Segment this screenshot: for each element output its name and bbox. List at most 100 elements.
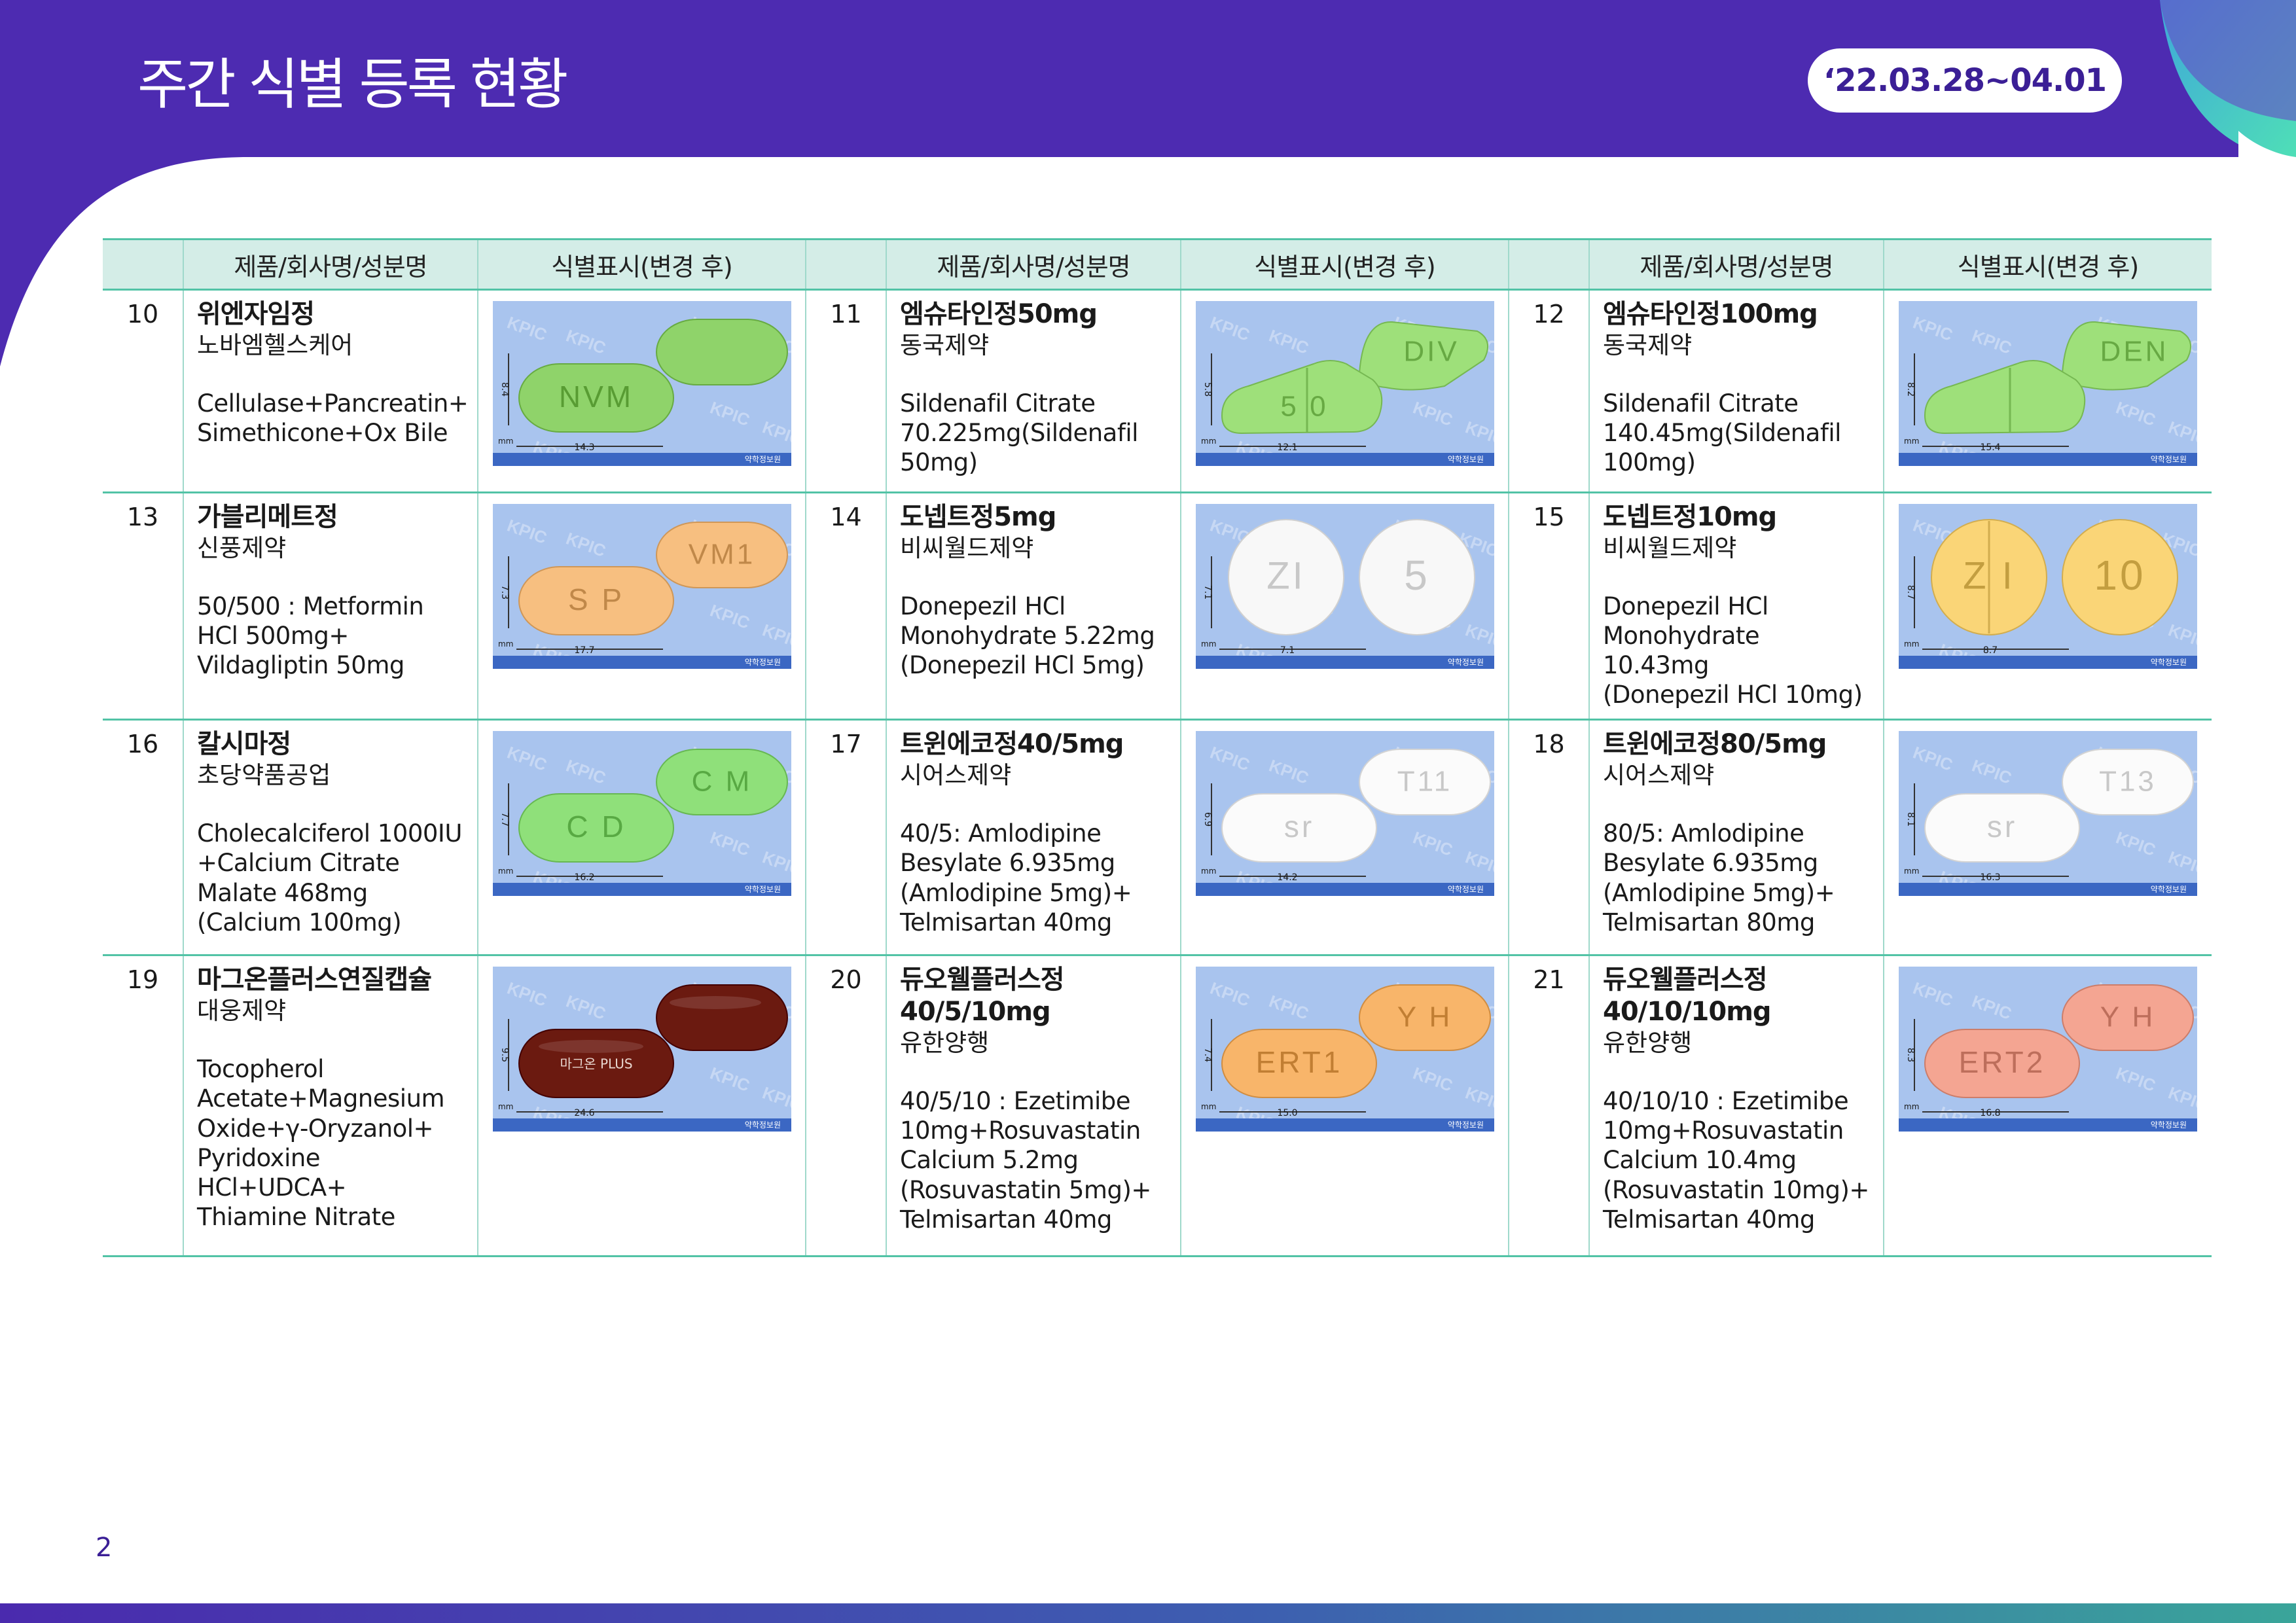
table-row: 19 마그온플러스연질캡슐 대웅제약 Tocopherol Acetate+Magne… <box>103 955 2212 1258</box>
product-info: 엠슈타인정100mg 동국제약 Sildenafil Citrate 140.45m… <box>1588 289 1884 493</box>
pill-imprint: Z I <box>1963 554 2015 597</box>
pill-imprint: 5 <box>1404 552 1430 599</box>
table-row: 13 가블리메트정 신풍제약 50/500 : Metformin HCl 500mg… <box>103 492 2212 721</box>
scale-unit: mm <box>498 437 513 446</box>
item-number: 13 <box>103 492 183 721</box>
pill-photo: KPICKPICKPICKPICKPICKPICKPICKPIC약학정보원mm2… <box>492 967 791 1132</box>
company-name: 동국제약 <box>1603 330 1693 359</box>
identification-photo-cell: KPICKPICKPICKPICKPICKPICKPICKPIC약학정보원mm1… <box>1883 955 2212 1258</box>
pill-imprint: C M <box>691 766 752 798</box>
scale-height: 7.1 <box>1202 585 1213 599</box>
item-number: 21 <box>1508 955 1589 1258</box>
scale-length: 15.4 <box>1980 442 2000 453</box>
pill-imprint: T11 <box>1397 766 1452 798</box>
pill-imprint: VM1 <box>688 539 755 571</box>
table-row: 16 칼시마정 초당약품공업 Cholecalciferol 1000IU +Calc… <box>103 719 2212 957</box>
ingredient-text: Sildenafil Citrate 70.225mg(Sildenafil 5… <box>900 389 1138 477</box>
pill-imprint: T13 <box>2099 766 2157 798</box>
company-name: 시어스제약 <box>1603 761 1715 790</box>
item-number: 20 <box>805 955 886 1258</box>
pill-imprint: ERT2 <box>1959 1046 2046 1080</box>
page-title: 주간 식별 등록 현황 <box>137 52 568 116</box>
identification-photo-cell: KPICKPICKPICKPICKPICKPICKPICKPIC약학정보원mm1… <box>1180 955 1509 1258</box>
scale-unit: mm <box>498 866 513 876</box>
scale-length: 8.7 <box>1983 645 1998 656</box>
company-name: 신풍제약 <box>197 533 287 562</box>
ingredient-text: 40/5: Amlodipine Besylate 6.935mg (Amlod… <box>900 819 1132 936</box>
item-number: 10 <box>103 289 183 493</box>
scale-unit: mm <box>1904 866 1919 876</box>
product-info: 위엔자임정 노바엠헬스케어 Cellulase+Pancreatin+ Simeth… <box>183 289 478 493</box>
photo-caption: 약학정보원 <box>1447 454 1483 464</box>
product-info: 도넵트정5mg 비씨월드제약 Donepezil HCl Monohydrate 5… <box>886 492 1181 721</box>
scale-height: 7.4 <box>1202 1048 1213 1062</box>
pill-photo: KPICKPICKPICKPICKPICKPICKPICKPIC약학정보원mm1… <box>1195 967 1494 1132</box>
photo-caption: 약학정보원 <box>744 1120 780 1130</box>
company-name: 비씨월드제약 <box>1603 533 1737 562</box>
item-number: 11 <box>805 289 886 493</box>
pill-photo: KPICKPICKPICKPICKPICKPICKPICKPIC약학정보원mm1… <box>1899 967 2197 1132</box>
photo-caption: 약학정보원 <box>2151 884 2187 894</box>
product-info: 칼시마정 초당약품공업 Cholecalciferol 1000IU +Calciu… <box>183 719 478 957</box>
pill-imprint: 10 <box>2094 552 2145 599</box>
company-name: 비씨월드제약 <box>900 533 1034 562</box>
photo-caption: 약학정보원 <box>1447 657 1483 667</box>
ingredient-text: 50/500 : Metformin HCl 500mg+ Vildaglipt… <box>197 592 424 680</box>
ingredient-text: Cholecalciferol 1000IU +Calcium Citrate … <box>197 819 462 936</box>
identification-photo-cell: KPICKPICKPICKPICKPICKPICKPICKPIC약학정보원mm1… <box>1180 289 1509 493</box>
product-info: 트윈에코정80/5mg 시어스제약 80/5: Amlodipine Besylat… <box>1588 719 1884 957</box>
pill-imprint: Y H <box>2100 1001 2156 1033</box>
scale-length: 17.7 <box>574 645 594 656</box>
ingredient-text: Tocopherol Acetate+Magnesium Oxide+γ-Ory… <box>197 1055 445 1231</box>
pill-photo: KPICKPICKPICKPICKPICKPICKPICKPIC약학정보원mm1… <box>492 731 791 897</box>
scale-unit: mm <box>1904 437 1919 446</box>
pill-imprint: 5 0 <box>1280 391 1328 423</box>
pill-photo: KPICKPICKPICKPICKPICKPICKPICKPIC약학정보원mm1… <box>492 504 791 669</box>
identification-photo-cell: KPICKPICKPICKPICKPICKPICKPICKPIC약학정보원mm1… <box>477 719 806 957</box>
photo-caption: 약학정보원 <box>2151 1120 2187 1130</box>
product-name: 듀오웰플러스정 40/5/10mg <box>900 965 1065 1027</box>
product-name: 도넵트정10mg <box>1603 502 1777 532</box>
pill-imprint: sr <box>1987 810 2017 844</box>
photo-caption: 약학정보원 <box>744 657 780 667</box>
pill-photo: KPICKPICKPICKPICKPICKPICKPICKPIC약학정보원mm1… <box>1195 731 1494 897</box>
pill-imprint: 마그온 PLUS <box>560 1056 632 1072</box>
header-number <box>805 238 886 291</box>
scale-length: 16.2 <box>574 872 594 883</box>
company-name: 시어스제약 <box>900 761 1012 790</box>
pill-imprint: NVM <box>558 380 633 414</box>
pill-photo: KPICKPICKPICKPICKPICKPICKPICKPIC약학정보원mm7… <box>1195 504 1494 669</box>
photo-caption: 약학정보원 <box>2151 657 2187 667</box>
scale-height: 7.3 <box>499 585 510 599</box>
company-name: 유한양행 <box>1603 1029 1693 1058</box>
identification-photo-cell: KPICKPICKPICKPICKPICKPICKPICKPIC약학정보원mm8… <box>1883 492 2212 721</box>
scale-length: 16.8 <box>1980 1108 2000 1118</box>
date-range-badge: ‘22.03.28~04.01 <box>1808 48 2122 113</box>
product-name: 도넵트정5mg <box>900 502 1056 532</box>
scale-height: 7.7 <box>499 812 510 827</box>
product-name: 트윈에코정40/5mg <box>900 729 1124 760</box>
registration-table: 제품/회사명/성분명 식별표시(변경 후) 제품/회사명/성분명 식별표시(변경… <box>103 238 2212 1258</box>
header-identification: 식별표시(변경 후) <box>1180 238 1509 291</box>
product-info: 트윈에코정40/5mg 시어스제약 40/5: Amlodipine Besylat… <box>886 719 1181 957</box>
pill-highlight <box>538 1040 643 1054</box>
scale-height: 8.7 <box>1905 585 1916 599</box>
identification-photo-cell: KPICKPICKPICKPICKPICKPICKPICKPIC약학정보원mm1… <box>1883 719 2212 957</box>
scale-height: 8.1 <box>1905 812 1916 827</box>
scale-length: 24.6 <box>574 1108 594 1118</box>
item-number: 16 <box>103 719 183 957</box>
product-info: 듀오웰플러스정 40/5/10mg 유한양행 40/5/10 : Ezetimibe… <box>886 955 1181 1258</box>
pill-imprint: ZI <box>1266 554 1306 597</box>
company-name: 동국제약 <box>900 330 990 359</box>
scale-unit: mm <box>498 1102 513 1111</box>
photo-caption: 약학정보원 <box>1447 884 1483 894</box>
identification-photo-cell: KPICKPICKPICKPICKPICKPICKPICKPIC약학정보원mm1… <box>477 492 806 721</box>
scale-length: 14.2 <box>1277 872 1297 883</box>
scale-unit: mm <box>1201 639 1216 649</box>
product-name: 위엔자임정 <box>197 299 315 329</box>
company-name: 유한양행 <box>900 1029 990 1058</box>
product-info: 마그온플러스연질캡슐 대웅제약 Tocopherol Acetate+Magnesi… <box>183 955 478 1258</box>
ingredient-text: 80/5: Amlodipine Besylate 6.935mg (Amlod… <box>1603 819 1835 936</box>
product-name: 가블리메트정 <box>197 502 338 532</box>
scale-height: 9.5 <box>499 1048 510 1062</box>
